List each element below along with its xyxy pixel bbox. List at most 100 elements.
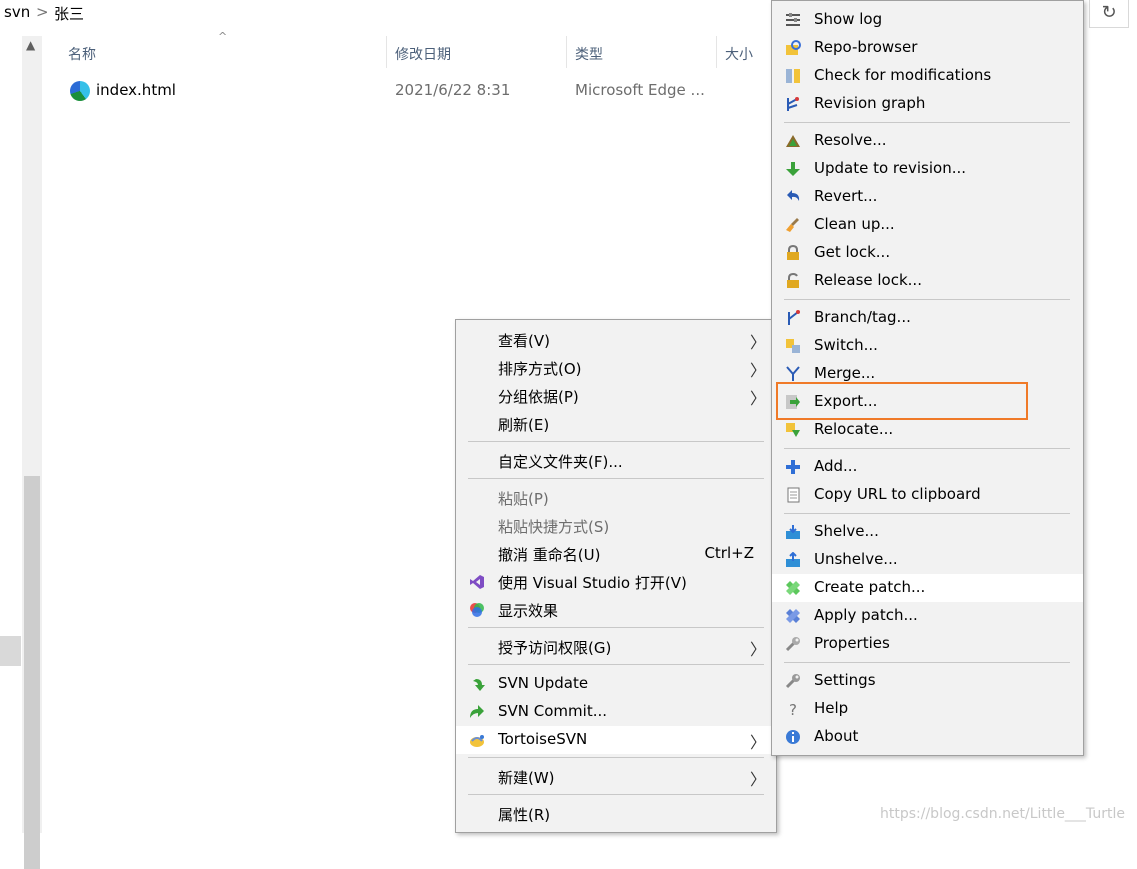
svn-item-repo-browser[interactable]: Repo-browser <box>772 34 1083 62</box>
scrollbar-thumb[interactable] <box>24 476 40 869</box>
file-row[interactable]: index.html 2021/6/22 8:31 Microsoft Edge… <box>64 78 764 104</box>
column-header-type[interactable]: 类型 <box>575 44 603 64</box>
lock-icon <box>787 245 799 260</box>
menu-item-display-effect[interactable]: 显示效果 <box>456 596 776 624</box>
svn-item-settings[interactable]: Settings <box>772 667 1083 695</box>
svn-item-properties[interactable]: Properties <box>772 630 1083 658</box>
column-divider[interactable] <box>386 36 387 68</box>
svn-item-shelve[interactable]: Shelve... <box>772 518 1083 546</box>
svn-item-revision-graph[interactable]: Revision graph <box>772 90 1083 118</box>
menu-item-label: Resolve... <box>814 131 887 149</box>
column-divider[interactable] <box>716 36 717 68</box>
svn-item-resolve[interactable]: Resolve... <box>772 127 1083 155</box>
menu-item-label: Check for modifications <box>814 66 992 84</box>
menu-item-label: About <box>814 727 859 745</box>
svn-item-branch-tag[interactable]: Branch/tag... <box>772 304 1083 332</box>
menu-item-paste-shortcut: 粘贴快捷方式(S) <box>456 512 776 540</box>
menu-item-svn-commit[interactable]: SVN Commit... <box>456 698 776 726</box>
svn-item-check-modifications[interactable]: Check for modifications <box>772 62 1083 90</box>
cleanup-icon <box>786 218 799 232</box>
branch-icon <box>788 310 800 325</box>
menu-item-customize-folder[interactable]: 自定义文件夹(F)... <box>456 447 776 475</box>
menu-item-label: 查看(V) <box>498 332 550 350</box>
menu-item-undo-rename[interactable]: 撤消 重命名(U) Ctrl+Z <box>456 540 776 568</box>
unshelve-icon <box>786 552 800 567</box>
menu-item-new[interactable]: 新建(W) 〉 <box>456 763 776 791</box>
menu-item-grant-access[interactable]: 授予访问权限(G) 〉 <box>456 633 776 661</box>
switch-icon <box>786 339 800 353</box>
svn-item-release-lock[interactable]: Release lock... <box>772 267 1083 295</box>
show-log-icon <box>786 13 800 26</box>
menu-item-label: Create patch... <box>814 578 926 596</box>
column-header-modified[interactable]: 修改日期 <box>395 44 451 64</box>
breadcrumb-root[interactable]: svn <box>4 3 30 21</box>
menu-item-label: Apply patch... <box>814 606 918 624</box>
refresh-button[interactable]: ↻ <box>1089 0 1129 28</box>
svn-item-about[interactable]: About <box>772 723 1083 751</box>
menu-item-refresh[interactable]: 刷新(E) <box>456 410 776 438</box>
menu-item-shortcut: Ctrl+Z <box>704 544 754 562</box>
check-modifications-icon <box>786 69 800 83</box>
svn-item-update-to-revision[interactable]: Update to revision... <box>772 155 1083 183</box>
settings-icon <box>785 674 800 689</box>
menu-item-label: SVN Commit... <box>498 702 607 720</box>
menu-item-label: Repo-browser <box>814 38 918 56</box>
svn-item-help[interactable]: ? Help <box>772 695 1083 723</box>
menu-item-label: 粘贴(P) <box>498 490 549 508</box>
tortoisesvn-submenu: Show log Repo-browser Check for modifica… <box>771 0 1084 756</box>
update-revision-icon <box>786 162 800 176</box>
breadcrumb-current[interactable]: 张三 <box>54 3 84 24</box>
svn-item-clean-up[interactable]: Clean up... <box>772 211 1083 239</box>
help-icon: ? <box>789 701 797 717</box>
svn-item-switch[interactable]: Switch... <box>772 332 1083 360</box>
menu-item-label: Switch... <box>814 336 878 354</box>
menu-item-label: Branch/tag... <box>814 308 911 326</box>
svn-item-relocate[interactable]: Relocate... <box>772 416 1083 444</box>
menu-separator <box>468 757 764 758</box>
menu-item-label: Properties <box>814 634 890 652</box>
menu-item-svn-update[interactable]: SVN Update <box>456 670 776 698</box>
svn-item-get-lock[interactable]: Get lock... <box>772 239 1083 267</box>
watermark: https://blog.csdn.net/Little___Turtle <box>880 806 1125 822</box>
menu-item-open-visual-studio[interactable]: 使用 Visual Studio 打开(V) <box>456 568 776 596</box>
svg-text:?: ? <box>789 701 797 717</box>
resolve-icon <box>786 135 800 147</box>
file-name: index.html <box>96 81 176 99</box>
menu-item-label: 自定义文件夹(F)... <box>498 453 623 471</box>
menu-item-properties[interactable]: 属性(R) <box>456 800 776 828</box>
column-header-size[interactable]: 大小 <box>725 44 753 64</box>
menu-separator <box>784 122 1070 123</box>
menu-item-view[interactable]: 查看(V) 〉 <box>456 326 776 354</box>
column-header-name[interactable]: 名称 <box>68 44 96 64</box>
svn-item-unshelve[interactable]: Unshelve... <box>772 546 1083 574</box>
svn-item-add[interactable]: Add... <box>772 453 1083 481</box>
menu-item-group-by[interactable]: 分组依据(P) 〉 <box>456 382 776 410</box>
menu-separator <box>784 662 1070 663</box>
vertical-scrollbar[interactable]: ▲ <box>22 36 42 869</box>
menu-item-label: 粘贴快捷方式(S) <box>498 518 610 536</box>
add-icon <box>786 460 800 474</box>
svn-update-icon <box>473 679 485 691</box>
menu-item-label: Merge... <box>814 364 876 382</box>
breadcrumb-separator-icon[interactable]: > <box>36 3 49 21</box>
menu-item-sort-by[interactable]: 排序方式(O) 〉 <box>456 354 776 382</box>
scroll-up-icon[interactable]: ▲ <box>26 38 35 52</box>
menu-item-label: 分组依据(P) <box>498 388 579 406</box>
menu-item-label: Update to revision... <box>814 159 966 177</box>
menu-item-tortoisesvn[interactable]: TortoiseSVN 〉 <box>456 726 776 754</box>
svn-item-copy-url[interactable]: Copy URL to clipboard <box>772 481 1083 509</box>
svn-item-show-log[interactable]: Show log <box>772 6 1083 34</box>
sort-ascending-icon: ^ <box>218 30 228 43</box>
menu-item-label: 使用 Visual Studio 打开(V) <box>498 574 687 592</box>
menu-separator <box>468 478 764 479</box>
svn-item-create-patch[interactable]: Create patch... <box>772 574 1083 602</box>
menu-item-label: TortoiseSVN <box>498 730 588 748</box>
create-patch-icon <box>786 581 800 595</box>
apply-patch-icon <box>786 609 800 623</box>
submenu-chevron-icon: 〉 <box>749 333 766 352</box>
color-wheel-icon <box>470 603 484 617</box>
svn-item-apply-patch[interactable]: Apply patch... <box>772 602 1083 630</box>
svn-item-revert[interactable]: Revert... <box>772 183 1083 211</box>
menu-item-label: 撤消 重命名(U) <box>498 546 601 564</box>
column-divider[interactable] <box>566 36 567 68</box>
